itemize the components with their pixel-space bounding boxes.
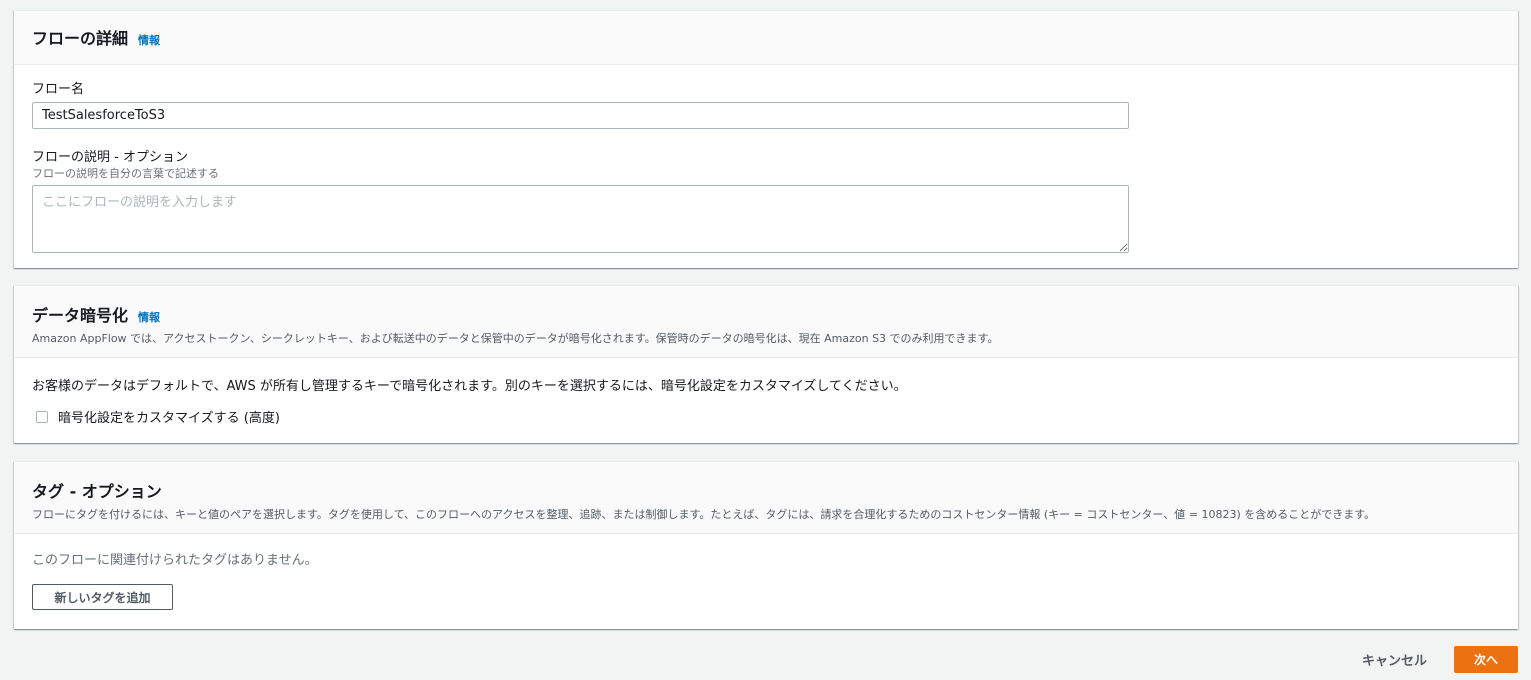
flow-description-textarea[interactable] <box>32 185 1129 253</box>
flow-details-title: フローの詳細 <box>32 29 129 48</box>
encryption-description: Amazon AppFlow では、アクセストークン、シークレットキー、および転… <box>32 332 999 345</box>
tags-body: このフローに関連付けられたタグはありません。 <box>14 534 1518 568</box>
customize-encryption-row[interactable]: 暗号化設定をカスタマイズする (高度) <box>36 407 1500 426</box>
tags-title-row: タグ - オプション <box>32 478 1500 502</box>
encryption-panel: データ暗号化 情報 Amazon AppFlow では、アクセストークン、シーク… <box>14 285 1518 443</box>
encryption-header: データ暗号化 情報 Amazon AppFlow では、アクセストークン、シーク… <box>14 286 1518 358</box>
tags-description: フローにタグを付けるには、キーと値のペアを選択します。タグを使用して、このフロー… <box>32 508 1376 521</box>
encryption-body: お客様のデータはデフォルトで、AWS が所有し管理するキーで暗号化されます。別の… <box>14 358 1518 426</box>
flow-details-info-link[interactable]: 情報 <box>138 32 160 48</box>
encryption-title-row: データ暗号化 情報 <box>32 302 1500 326</box>
customize-encryption-checkbox[interactable] <box>36 410 48 423</box>
flow-details-title-row: フローの詳細 情報 <box>32 25 1500 49</box>
flow-details-header: フローの詳細 情報 <box>14 11 1518 65</box>
tags-header: タグ - オプション フローにタグを付けるには、キーと値のペアを選択します。タグ… <box>14 462 1518 534</box>
encryption-title: データ暗号化 <box>32 306 129 325</box>
flow-details-body: フロー名 フローの説明 - オプション フローの説明を自分の言葉で記述する <box>14 65 1518 257</box>
encryption-default-text: お客様のデータはデフォルトで、AWS が所有し管理するキーで暗号化されます。別の… <box>32 379 907 394</box>
tags-title: タグ - オプション <box>32 482 162 501</box>
flow-description-sublabel: フローの説明を自分の言葉で記述する <box>32 167 219 180</box>
flow-name-label: フロー名 <box>32 82 85 97</box>
flow-name-input[interactable] <box>32 102 1129 129</box>
flow-details-panel: フローの詳細 情報 フロー名 フローの説明 - オプション フローの説明を自分の… <box>14 10 1518 268</box>
cancel-button[interactable]: キャンセル <box>1362 650 1427 669</box>
next-button[interactable]: 次へ <box>1454 646 1518 673</box>
tags-panel: タグ - オプション フローにタグを付けるには、キーと値のペアを選択します。タグ… <box>14 461 1518 629</box>
flow-description-label: フローの説明 - オプション <box>32 150 188 165</box>
no-tags-text: このフローに関連付けられたタグはありません。 <box>32 553 318 568</box>
add-tag-button[interactable]: 新しいタグを追加 <box>32 584 173 610</box>
encryption-info-link[interactable]: 情報 <box>138 309 160 325</box>
customize-encryption-label[interactable]: 暗号化設定をカスタマイズする (高度) <box>58 407 280 426</box>
